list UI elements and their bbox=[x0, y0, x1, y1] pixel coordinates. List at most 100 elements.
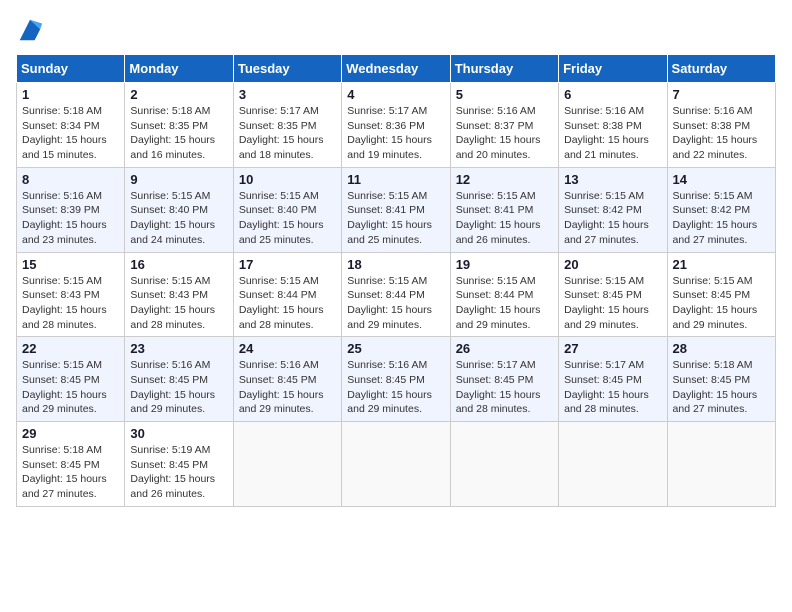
day-number: 16 bbox=[130, 257, 227, 272]
daylight-label: Daylight: 15 hours and 29 minutes. bbox=[347, 304, 432, 331]
logo bbox=[16, 16, 48, 44]
calendar-cell: 4 Sunrise: 5:17 AM Sunset: 8:36 PM Dayli… bbox=[342, 83, 450, 168]
calendar-cell: 15 Sunrise: 5:15 AM Sunset: 8:43 PM Dayl… bbox=[17, 252, 125, 337]
weekday-header: Wednesday bbox=[342, 55, 450, 83]
calendar-cell: 20 Sunrise: 5:15 AM Sunset: 8:45 PM Dayl… bbox=[559, 252, 667, 337]
day-info: Sunrise: 5:15 AM Sunset: 8:44 PM Dayligh… bbox=[239, 274, 336, 333]
daylight-label: Daylight: 15 hours and 29 minutes. bbox=[456, 304, 541, 331]
sunset-label: Sunset: 8:45 PM bbox=[564, 289, 642, 301]
day-info: Sunrise: 5:15 AM Sunset: 8:40 PM Dayligh… bbox=[130, 189, 227, 248]
sunrise-label: Sunrise: 5:16 AM bbox=[239, 359, 319, 371]
day-info: Sunrise: 5:15 AM Sunset: 8:44 PM Dayligh… bbox=[456, 274, 553, 333]
sunrise-label: Sunrise: 5:16 AM bbox=[456, 105, 536, 117]
calendar-cell: 2 Sunrise: 5:18 AM Sunset: 8:35 PM Dayli… bbox=[125, 83, 233, 168]
sunrise-label: Sunrise: 5:16 AM bbox=[22, 190, 102, 202]
sunrise-label: Sunrise: 5:15 AM bbox=[564, 275, 644, 287]
day-info: Sunrise: 5:16 AM Sunset: 8:38 PM Dayligh… bbox=[564, 104, 661, 163]
calendar-cell: 18 Sunrise: 5:15 AM Sunset: 8:44 PM Dayl… bbox=[342, 252, 450, 337]
sunrise-label: Sunrise: 5:18 AM bbox=[130, 105, 210, 117]
calendar-cell: 19 Sunrise: 5:15 AM Sunset: 8:44 PM Dayl… bbox=[450, 252, 558, 337]
sunset-label: Sunset: 8:40 PM bbox=[239, 204, 317, 216]
day-number: 30 bbox=[130, 426, 227, 441]
sunset-label: Sunset: 8:45 PM bbox=[22, 459, 100, 471]
daylight-label: Daylight: 15 hours and 26 minutes. bbox=[130, 473, 215, 500]
day-number: 2 bbox=[130, 87, 227, 102]
page-header bbox=[16, 16, 776, 44]
calendar-cell: 1 Sunrise: 5:18 AM Sunset: 8:34 PM Dayli… bbox=[17, 83, 125, 168]
sunrise-label: Sunrise: 5:15 AM bbox=[347, 275, 427, 287]
day-number: 14 bbox=[673, 172, 770, 187]
day-number: 25 bbox=[347, 341, 444, 356]
day-info: Sunrise: 5:15 AM Sunset: 8:42 PM Dayligh… bbox=[564, 189, 661, 248]
calendar-week-row: 8 Sunrise: 5:16 AM Sunset: 8:39 PM Dayli… bbox=[17, 167, 776, 252]
logo-icon bbox=[16, 16, 44, 44]
sunset-label: Sunset: 8:45 PM bbox=[239, 374, 317, 386]
calendar-cell: 14 Sunrise: 5:15 AM Sunset: 8:42 PM Dayl… bbox=[667, 167, 775, 252]
day-number: 21 bbox=[673, 257, 770, 272]
sunset-label: Sunset: 8:38 PM bbox=[564, 120, 642, 132]
sunset-label: Sunset: 8:43 PM bbox=[130, 289, 208, 301]
day-number: 17 bbox=[239, 257, 336, 272]
calendar-cell: 27 Sunrise: 5:17 AM Sunset: 8:45 PM Dayl… bbox=[559, 337, 667, 422]
day-info: Sunrise: 5:15 AM Sunset: 8:43 PM Dayligh… bbox=[130, 274, 227, 333]
calendar-cell: 22 Sunrise: 5:15 AM Sunset: 8:45 PM Dayl… bbox=[17, 337, 125, 422]
sunrise-label: Sunrise: 5:17 AM bbox=[347, 105, 427, 117]
weekday-header: Monday bbox=[125, 55, 233, 83]
calendar-cell: 9 Sunrise: 5:15 AM Sunset: 8:40 PM Dayli… bbox=[125, 167, 233, 252]
daylight-label: Daylight: 15 hours and 25 minutes. bbox=[347, 219, 432, 246]
sunrise-label: Sunrise: 5:15 AM bbox=[347, 190, 427, 202]
day-number: 11 bbox=[347, 172, 444, 187]
daylight-label: Daylight: 15 hours and 19 minutes. bbox=[347, 134, 432, 161]
day-number: 20 bbox=[564, 257, 661, 272]
calendar-cell: 28 Sunrise: 5:18 AM Sunset: 8:45 PM Dayl… bbox=[667, 337, 775, 422]
sunset-label: Sunset: 8:40 PM bbox=[130, 204, 208, 216]
day-number: 6 bbox=[564, 87, 661, 102]
day-number: 19 bbox=[456, 257, 553, 272]
calendar-cell bbox=[233, 422, 341, 507]
calendar-week-row: 1 Sunrise: 5:18 AM Sunset: 8:34 PM Dayli… bbox=[17, 83, 776, 168]
daylight-label: Daylight: 15 hours and 28 minutes. bbox=[22, 304, 107, 331]
daylight-label: Daylight: 15 hours and 28 minutes. bbox=[456, 389, 541, 416]
day-info: Sunrise: 5:19 AM Sunset: 8:45 PM Dayligh… bbox=[130, 443, 227, 502]
sunset-label: Sunset: 8:44 PM bbox=[239, 289, 317, 301]
day-info: Sunrise: 5:15 AM Sunset: 8:44 PM Dayligh… bbox=[347, 274, 444, 333]
sunrise-label: Sunrise: 5:15 AM bbox=[673, 275, 753, 287]
day-info: Sunrise: 5:15 AM Sunset: 8:45 PM Dayligh… bbox=[564, 274, 661, 333]
day-info: Sunrise: 5:15 AM Sunset: 8:40 PM Dayligh… bbox=[239, 189, 336, 248]
sunrise-label: Sunrise: 5:16 AM bbox=[347, 359, 427, 371]
daylight-label: Daylight: 15 hours and 18 minutes. bbox=[239, 134, 324, 161]
weekday-header: Tuesday bbox=[233, 55, 341, 83]
sunrise-label: Sunrise: 5:18 AM bbox=[22, 105, 102, 117]
day-info: Sunrise: 5:18 AM Sunset: 8:45 PM Dayligh… bbox=[22, 443, 119, 502]
sunrise-label: Sunrise: 5:15 AM bbox=[22, 359, 102, 371]
daylight-label: Daylight: 15 hours and 27 minutes. bbox=[673, 389, 758, 416]
calendar-week-row: 29 Sunrise: 5:18 AM Sunset: 8:45 PM Dayl… bbox=[17, 422, 776, 507]
calendar-cell bbox=[450, 422, 558, 507]
calendar-cell bbox=[342, 422, 450, 507]
calendar-cell: 8 Sunrise: 5:16 AM Sunset: 8:39 PM Dayli… bbox=[17, 167, 125, 252]
calendar-cell: 16 Sunrise: 5:15 AM Sunset: 8:43 PM Dayl… bbox=[125, 252, 233, 337]
day-number: 15 bbox=[22, 257, 119, 272]
calendar-cell: 13 Sunrise: 5:15 AM Sunset: 8:42 PM Dayl… bbox=[559, 167, 667, 252]
sunset-label: Sunset: 8:45 PM bbox=[130, 374, 208, 386]
day-number: 27 bbox=[564, 341, 661, 356]
daylight-label: Daylight: 15 hours and 25 minutes. bbox=[239, 219, 324, 246]
sunset-label: Sunset: 8:45 PM bbox=[673, 289, 751, 301]
calendar-cell: 17 Sunrise: 5:15 AM Sunset: 8:44 PM Dayl… bbox=[233, 252, 341, 337]
calendar-cell: 11 Sunrise: 5:15 AM Sunset: 8:41 PM Dayl… bbox=[342, 167, 450, 252]
sunrise-label: Sunrise: 5:15 AM bbox=[239, 190, 319, 202]
calendar-cell: 10 Sunrise: 5:15 AM Sunset: 8:40 PM Dayl… bbox=[233, 167, 341, 252]
day-info: Sunrise: 5:17 AM Sunset: 8:45 PM Dayligh… bbox=[456, 358, 553, 417]
day-number: 9 bbox=[130, 172, 227, 187]
daylight-label: Daylight: 15 hours and 29 minutes. bbox=[564, 304, 649, 331]
day-info: Sunrise: 5:15 AM Sunset: 8:43 PM Dayligh… bbox=[22, 274, 119, 333]
calendar-week-row: 15 Sunrise: 5:15 AM Sunset: 8:43 PM Dayl… bbox=[17, 252, 776, 337]
calendar-week-row: 22 Sunrise: 5:15 AM Sunset: 8:45 PM Dayl… bbox=[17, 337, 776, 422]
sunset-label: Sunset: 8:35 PM bbox=[130, 120, 208, 132]
day-number: 3 bbox=[239, 87, 336, 102]
calendar-header-row: SundayMondayTuesdayWednesdayThursdayFrid… bbox=[17, 55, 776, 83]
day-info: Sunrise: 5:16 AM Sunset: 8:37 PM Dayligh… bbox=[456, 104, 553, 163]
day-info: Sunrise: 5:16 AM Sunset: 8:45 PM Dayligh… bbox=[239, 358, 336, 417]
day-number: 12 bbox=[456, 172, 553, 187]
daylight-label: Daylight: 15 hours and 29 minutes. bbox=[22, 389, 107, 416]
